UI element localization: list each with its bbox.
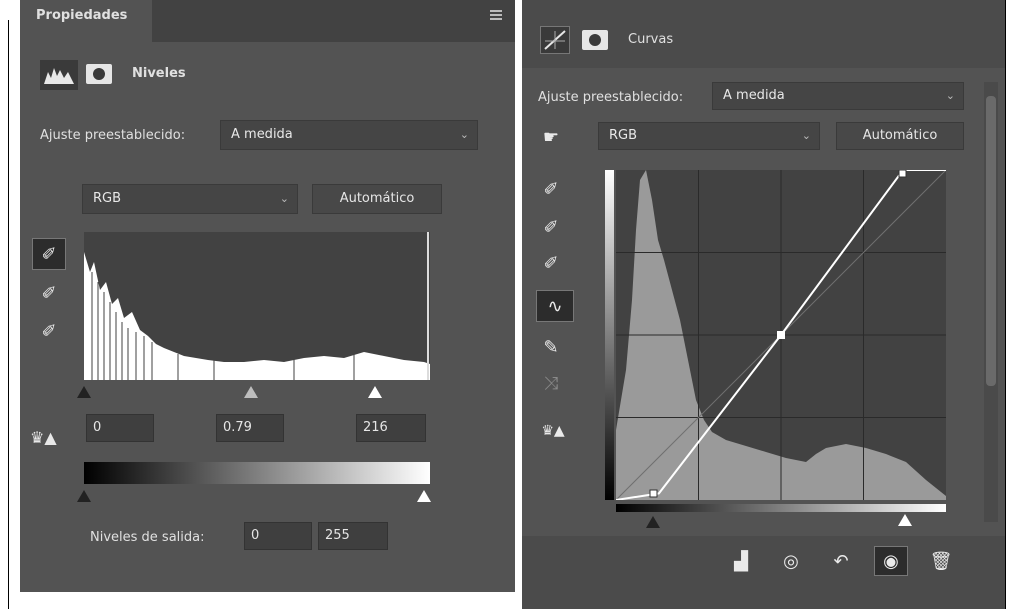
input-white-slider[interactable] [368, 386, 382, 398]
input-white-field[interactable]: 216 [356, 414, 426, 442]
curves-title: Curvas [628, 32, 674, 47]
mask-icon [582, 30, 608, 50]
output-black-slider[interactable] [77, 490, 91, 502]
reset-icon[interactable]: ↶ [828, 548, 854, 574]
tab-properties-label: Propiedades [36, 8, 128, 23]
output-gradient [84, 462, 430, 484]
scrollbar-thumb[interactable] [986, 96, 996, 386]
curve-point-white[interactable] [898, 169, 907, 178]
levels-icon [40, 60, 78, 90]
clipping-warning-icon[interactable]: ♛▲ [536, 418, 570, 444]
curves-graph [615, 169, 947, 501]
curves-preset-value: A medida [723, 88, 785, 103]
pencil-icon[interactable]: ✎ [538, 334, 564, 360]
clip-to-layer-icon[interactable]: ▟ [728, 548, 754, 574]
view-previous-state-icon[interactable]: ◎ [778, 548, 804, 574]
black-eyedropper-icon[interactable]: ✐ [32, 238, 66, 270]
white-eyedropper-icon[interactable]: ✐ [36, 318, 62, 344]
curves-white-slider[interactable] [898, 514, 912, 526]
curve-point-black[interactable] [649, 489, 658, 498]
curves-channel-value: RGB [609, 128, 638, 143]
mask-icon [86, 64, 112, 84]
preset-dropdown[interactable]: A medida ⌄ [220, 120, 478, 150]
channel-dropdown[interactable]: RGB ⌄ [82, 184, 298, 214]
levels-histogram [84, 232, 430, 380]
chevron-down-icon: ⌄ [945, 89, 955, 102]
curve-point-mid[interactable] [777, 331, 785, 339]
black-eyedropper-icon[interactable]: ✐ [538, 176, 564, 202]
tonal-gradient-horizontal [616, 504, 946, 512]
visibility-eye-icon[interactable]: ◉ [874, 546, 908, 576]
left-vertical-line [8, 20, 9, 609]
channel-value: RGB [93, 191, 122, 206]
chevron-down-icon: ⌄ [279, 192, 289, 205]
input-mid-field[interactable]: 0.79 [216, 414, 284, 442]
tonal-gradient-vertical [605, 170, 614, 500]
output-levels-label: Niveles de salida: [90, 530, 205, 545]
smooth-icon[interactable]: ⤨ [538, 370, 564, 396]
chevron-down-icon: ⌄ [459, 128, 469, 141]
white-eyedropper-icon[interactable]: ✐ [538, 250, 564, 276]
input-black-slider[interactable] [77, 386, 91, 398]
curves-auto-button[interactable]: Automático [836, 122, 964, 150]
clipping-warning-icon[interactable]: ♛▲ [30, 428, 57, 447]
curves-preset-label: Ajuste preestablecido: [538, 90, 684, 105]
curve-point-tool-icon[interactable]: ∿ [536, 290, 574, 322]
auto-button[interactable]: Automático [312, 184, 442, 214]
chevron-down-icon: ⌄ [801, 129, 811, 142]
panel-title: Niveles [132, 66, 186, 81]
preset-value: A medida [231, 127, 293, 142]
gray-eyedropper-icon[interactable]: ✐ [36, 280, 62, 306]
bottom-strip [20, 592, 515, 609]
preset-label: Ajuste preestablecido: [40, 128, 186, 143]
output-white-slider[interactable] [417, 490, 431, 502]
trash-icon[interactable]: 🗑 [928, 548, 954, 574]
curves-channel-dropdown[interactable]: RGB ⌄ [598, 122, 820, 150]
menu-icon[interactable] [490, 10, 502, 22]
curves-preset-dropdown[interactable]: A medida ⌄ [712, 82, 964, 110]
gray-eyedropper-icon[interactable]: ✐ [538, 214, 564, 240]
input-mid-slider[interactable] [244, 386, 258, 398]
right-border [1005, 0, 1006, 609]
curves-black-slider[interactable] [646, 516, 660, 528]
on-image-adjust-icon[interactable]: ☛ [538, 124, 564, 150]
output-white-field[interactable]: 255 [318, 522, 388, 550]
input-black-field[interactable]: 0 [86, 414, 154, 442]
output-black-field[interactable]: 0 [244, 522, 312, 550]
curves-icon [540, 26, 570, 54]
